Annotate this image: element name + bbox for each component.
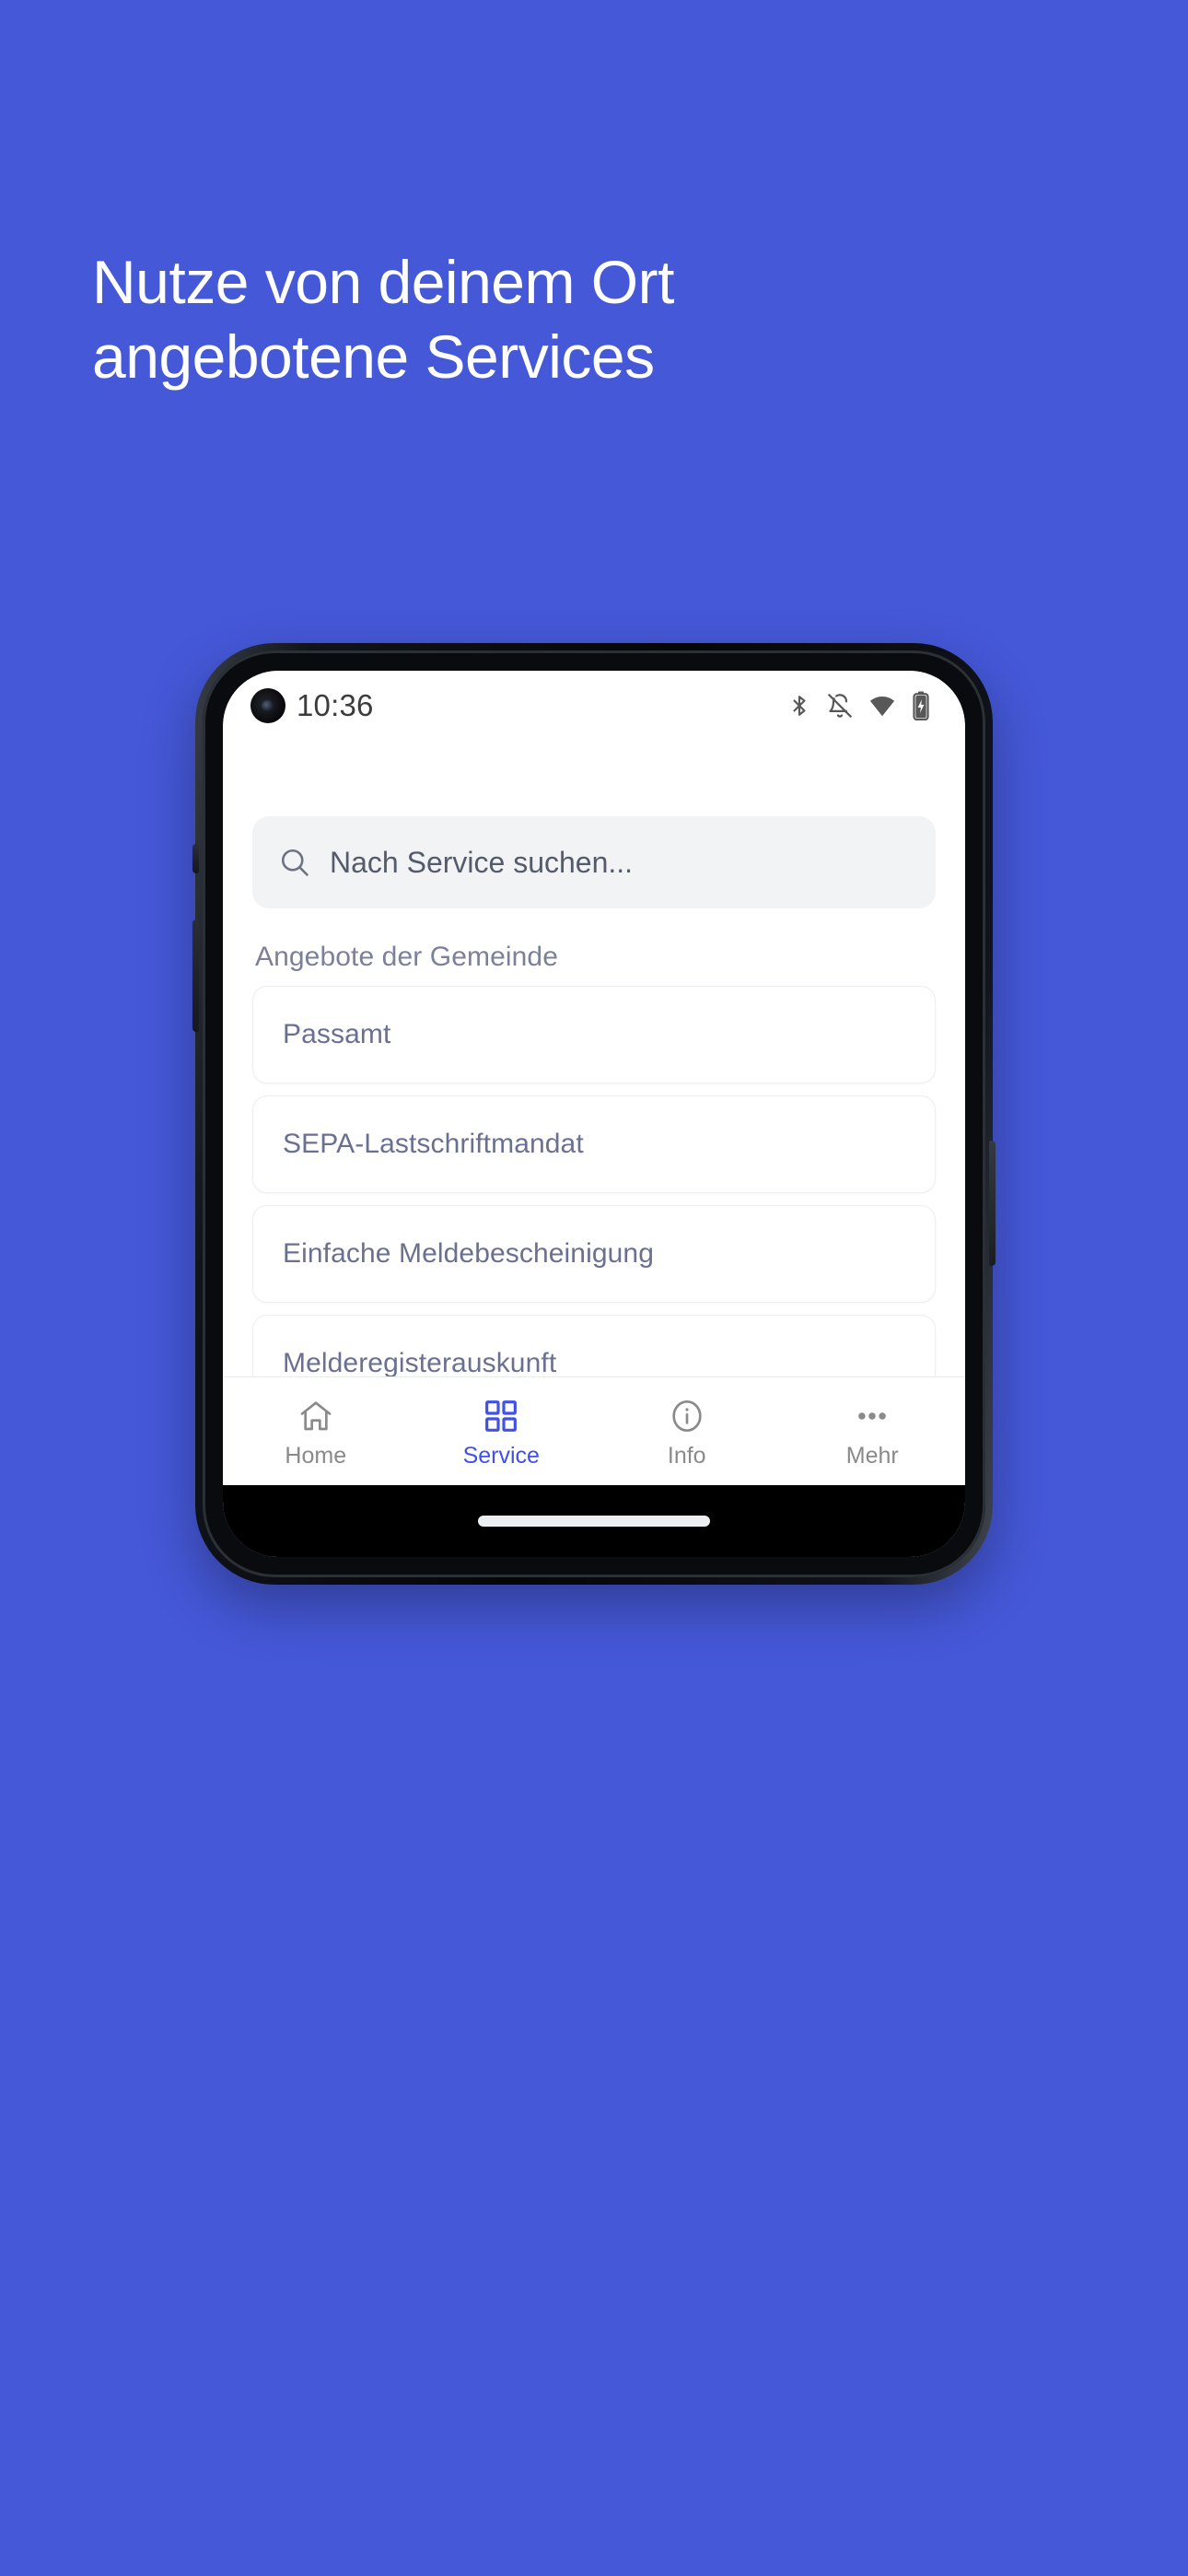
page-title: Nutze von deinem Ort angebotene Services [92,245,921,393]
list-item[interactable]: Passamt [252,986,936,1083]
service-label: SEPA-Lastschriftmandat [283,1129,584,1159]
grid-icon [483,1396,519,1436]
volume-down-button[interactable] [192,919,199,1032]
section-title: Angebote der Gemeinde [255,942,558,972]
front-camera-icon [250,688,285,723]
phone-rim: 10:36 Nach Service suchen... Angebote de… [203,650,985,1577]
tab-info-label: Info [667,1442,706,1469]
content-top-spacer [252,741,936,816]
bell-off-icon [827,692,853,720]
home-indicator[interactable] [478,1516,710,1527]
home-icon [297,1396,334,1436]
search-icon [278,846,311,879]
status-bar-icons [787,691,930,720]
gesture-navigation-area [223,1485,965,1557]
bluetooth-icon [787,692,811,720]
wifi-icon [868,692,896,720]
tab-mehr[interactable]: Mehr [780,1396,966,1468]
tab-service-label: Service [462,1442,540,1469]
status-bar-clock: 10:36 [297,688,374,722]
service-label: Einfache Meldebescheinigung [283,1238,654,1269]
search-placeholder-text: Nach Service suchen... [330,845,634,879]
more-dots-icon [853,1396,891,1436]
page-title-line-2: angebotene Services [92,322,655,391]
page-title-line-1: Nutze von deinem Ort [92,248,674,316]
service-list: Passamt SEPA-Lastschriftmandat Einfache … [252,986,936,1376]
tab-mehr-label: Mehr [845,1442,899,1469]
main-content: Nach Service suchen... Angebote der Geme… [223,741,965,1376]
info-circle-icon [669,1396,705,1436]
list-item[interactable]: Einfache Meldebescheinigung [252,1205,936,1303]
phone-device-frame: 10:36 Nach Service suchen... Angebote de… [192,643,996,1585]
tab-info[interactable]: Info [594,1396,780,1468]
phone-screen: 10:36 Nach Service suchen... Angebote de… [223,671,965,1557]
search-input[interactable]: Nach Service suchen... [252,816,936,908]
list-item[interactable]: Melderegisterauskunft [252,1315,936,1376]
app-screen: 10:36 Nach Service suchen... Angebote de… [223,671,965,1557]
volume-up-button[interactable] [192,844,199,873]
list-item[interactable]: SEPA-Lastschriftmandat [252,1095,936,1193]
tab-home-label: Home [285,1442,347,1469]
power-button[interactable] [989,1141,996,1266]
status-bar: 10:36 [223,671,965,741]
tab-home[interactable]: Home [223,1396,409,1468]
service-label: Melderegisterauskunft [283,1348,557,1376]
bottom-navigation: Home Service Info Mehr [223,1376,965,1485]
service-label: Passamt [283,1019,391,1049]
battery-charging-icon [912,691,930,720]
tab-service[interactable]: Service [409,1396,595,1468]
